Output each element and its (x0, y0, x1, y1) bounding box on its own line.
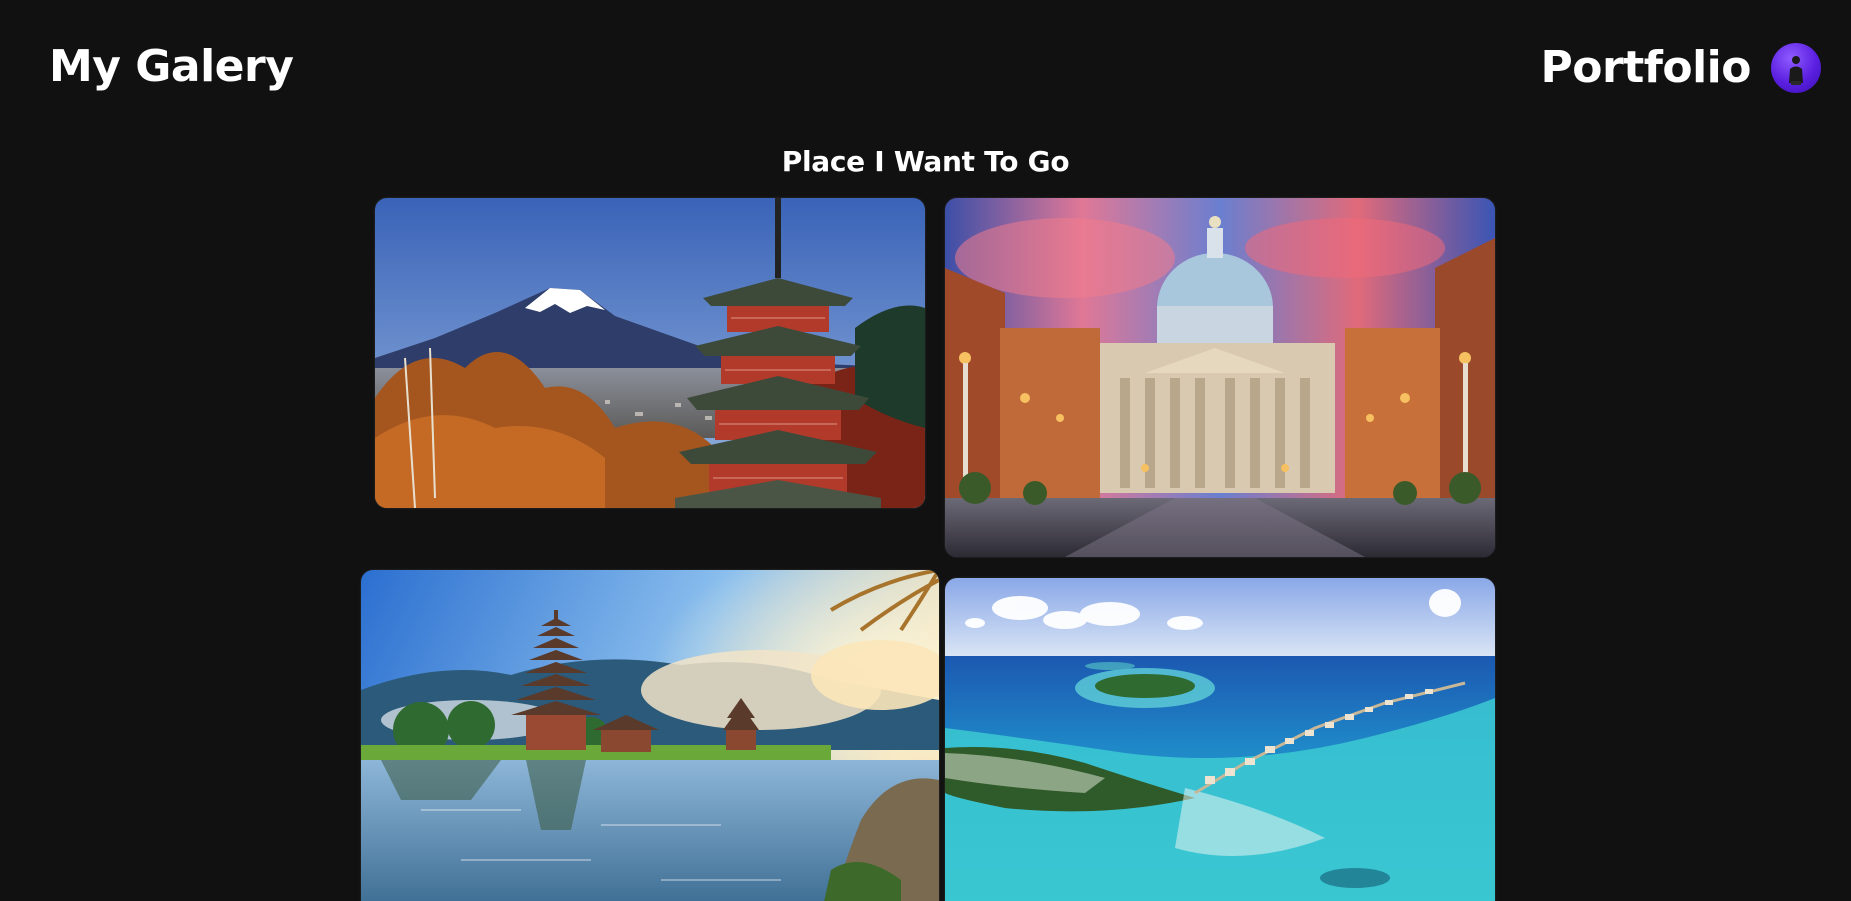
person-silhouette-icon (1789, 56, 1803, 85)
avatar[interactable] (1771, 43, 1821, 93)
header-nav: Portfolio (1541, 40, 1821, 96)
mount-fuji-pagoda-photo[interactable] (375, 198, 925, 508)
section-heading: Place I Want To Go (781, 145, 1070, 178)
bali-water-temple-photo[interactable] (361, 570, 939, 901)
bali-water-temple-image (361, 570, 939, 901)
st-peters-basilica-photo[interactable] (945, 198, 1495, 557)
maldives-island-resort-photo[interactable] (945, 578, 1495, 901)
maldives-island-resort-image (945, 578, 1495, 901)
site-title: My Galery (49, 41, 294, 92)
mount-fuji-pagoda-image (375, 198, 925, 508)
portfolio-link[interactable]: Portfolio (1541, 40, 1752, 96)
page: My Galery Portfolio Place I Want To Go (0, 0, 1851, 901)
st-peters-basilica-image (945, 198, 1495, 557)
